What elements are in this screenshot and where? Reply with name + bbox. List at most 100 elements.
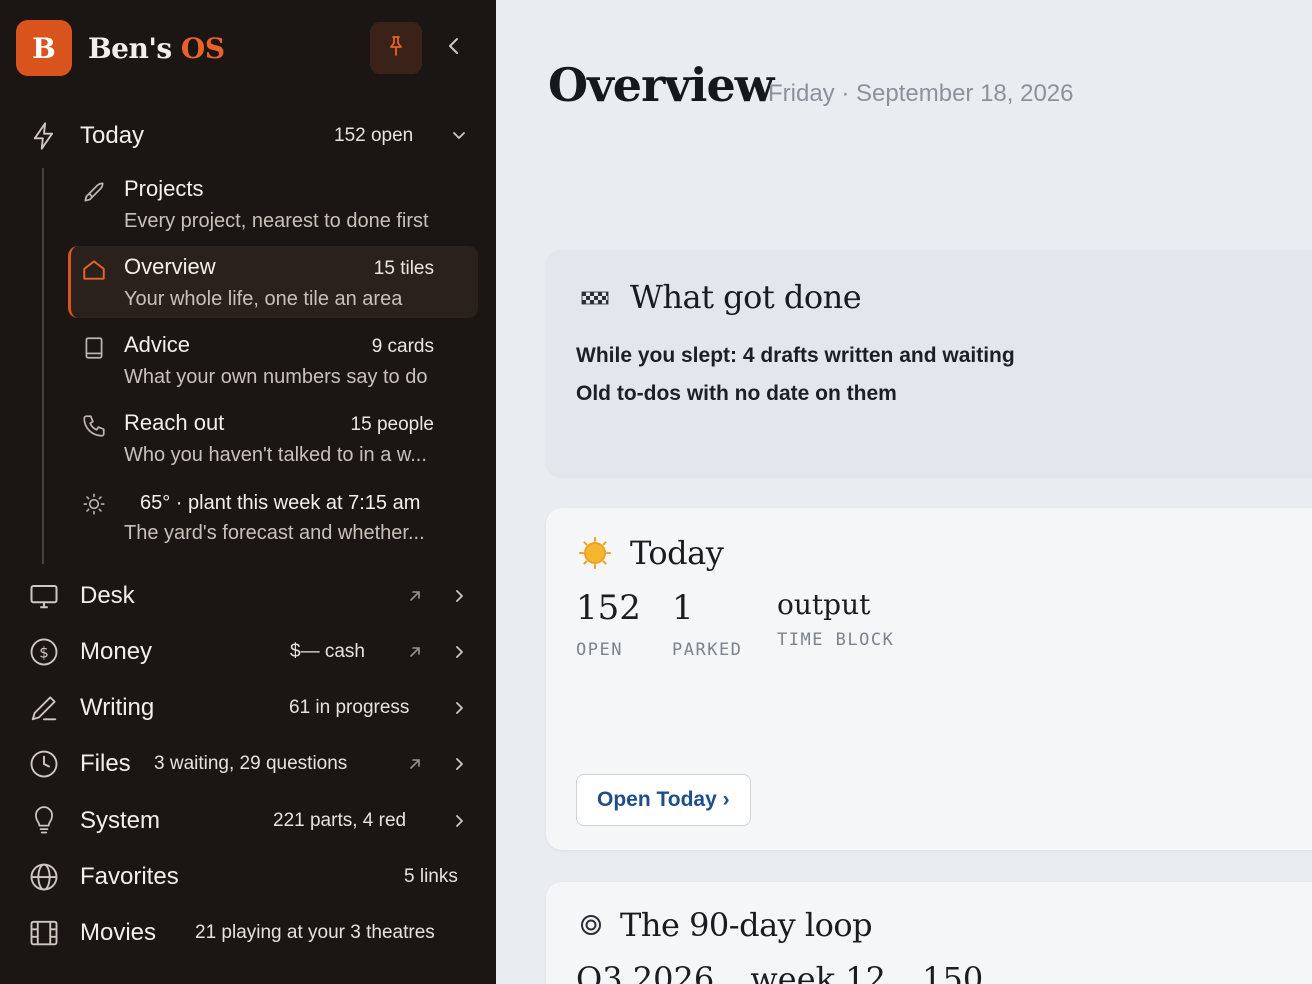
ninety-day-loop-card[interactable]: The 90-day loop Q3 2026 week 12 150 [546,882,1312,984]
loop-count: 150 [922,960,984,984]
card-title: Today [630,534,724,572]
sidebar: B Ben's OS Today 152 open Projects Every… [0,0,496,984]
nav-movies[interactable]: Movies 21 playing at your 3 theatres [0,908,496,958]
stat-open-label: OPEN [576,640,623,660]
sub-item-desc: Who you haven't talked to in a w... [124,444,427,466]
open-today-button[interactable]: Open Today › [576,774,751,826]
nav-favorites-meta: 5 links [404,866,458,887]
clock-icon [28,748,60,780]
page-date: Friday · September 18, 2026 [768,80,1074,107]
nav-files[interactable]: Files 3 waiting, 29 questions [0,739,496,789]
pin-icon [384,34,408,63]
nav-system[interactable]: System 221 parts, 4 red [0,796,496,846]
sub-item-title: Overview [124,254,216,279]
nav-writing-label: Writing [80,694,155,721]
sub-item-reach-out[interactable]: Reach out 15 people Who you haven't talk… [68,402,478,474]
nav-movies-label: Movies [80,919,157,946]
sub-item-desc: What your own numbers say to do [124,366,428,388]
brand-name-prefix: Ben's [88,31,181,65]
nav-money-meta: $— cash [290,641,365,662]
checkered-flag-icon [578,280,612,314]
target-icon [578,908,604,942]
pen-icon [28,692,60,724]
phone-icon [80,412,108,440]
stat-open-value: 152 [576,588,641,628]
sub-item-count: 15 people [350,414,434,435]
chevron-left-icon [446,36,462,61]
what-got-done-card[interactable]: What got done While you slept: 4 drafts … [546,250,1312,476]
sub-item-title: 65° · plant this week at 7:15 am [140,492,421,514]
stat-parked-label: PARKED [672,640,743,660]
external-link-icon[interactable] [404,585,426,607]
sub-item-desc: Your whole life, one tile an area [124,288,403,310]
nav-money[interactable]: $ Money $— cash [0,627,496,677]
sub-item-projects[interactable]: Projects Every project, nearest to done … [68,168,478,240]
nav-favorites[interactable]: Favorites 5 links [0,852,496,902]
sub-item-title: Reach out [124,410,225,435]
loop-values: Q3 2026 week 12 150 [576,960,1009,984]
nav-today-count: 152 open [334,125,414,146]
brand[interactable]: B Ben's OS [16,20,225,76]
chevron-right-icon[interactable] [450,641,468,663]
chevron-right-icon[interactable] [450,585,468,607]
today-card[interactable]: Today 152 OPEN 1 PARKED output TIME BLOC… [546,508,1312,850]
nav-system-meta: 221 parts, 4 red [273,810,407,831]
done-line[interactable]: Old to-dos with no date on them [576,382,897,406]
sub-item-desc: The yard's forecast and whether... [124,522,425,544]
tree-line [42,168,44,564]
chevron-down-icon[interactable] [450,125,468,147]
sub-item-count: 15 tiles [373,258,434,279]
sub-item-desc: Every project, nearest to done first [124,210,429,232]
brand-name-accent: OS [180,31,225,65]
nav-writing[interactable]: Writing 61 in progress [0,683,496,733]
svg-text:$: $ [39,644,49,662]
nav-today-label: Today [80,122,145,149]
loop-quarter: Q3 2026 [576,960,715,984]
sub-item-count: 9 cards [371,336,434,357]
sub-item-overview[interactable]: Overview 15 tiles Your whole life, one t… [68,246,478,318]
sub-item-title: Advice [124,332,191,357]
sub-item-weather[interactable]: 65° · plant this week at 7:15 am The yar… [68,480,478,552]
nav-desk[interactable]: Desk [0,571,496,621]
nav-writing-meta: 61 in progress [289,697,410,718]
nav-favorites-label: Favorites [80,863,179,890]
brand-name: Ben's OS [88,32,225,65]
film-icon [28,917,60,949]
home-icon [80,256,108,284]
monitor-icon [28,580,60,612]
sub-item-advice[interactable]: Advice 9 cards What your own numbers say… [68,324,478,396]
card-header: Today [578,534,724,572]
brand-logo: B [16,20,72,76]
nav-files-meta: 3 waiting, 29 questions [154,753,348,774]
chevron-right-icon[interactable] [450,697,468,719]
loop-week: week 12 [750,960,886,984]
card-title: What got done [630,278,862,316]
lightning-icon [28,120,60,152]
dollar-circle-icon: $ [28,636,60,668]
nav-today[interactable]: Today 152 open [0,111,496,161]
rocket-icon [80,178,108,206]
globe-icon [28,861,60,893]
nav-movies-meta: 21 playing at your 3 theatres [195,922,435,943]
chevron-right-icon[interactable] [450,810,468,832]
sub-item-title: Projects [124,176,204,201]
nav-money-label: Money [80,638,153,665]
page-title: Overview [548,58,774,112]
done-line[interactable]: While you slept: 4 drafts written and wa… [576,344,1015,368]
stat-time-block-value: output [777,588,871,621]
sun-icon [80,490,108,518]
stat-time-block-label: TIME BLOCK [777,630,895,650]
sun-icon [578,536,612,570]
external-link-icon[interactable] [404,641,426,663]
main-content: Overview Friday · September 18, 2026 Wha… [496,0,1312,984]
chevron-right-icon[interactable] [450,753,468,775]
book-icon [80,334,108,362]
nav-system-label: System [80,807,161,834]
nav-desk-label: Desk [80,582,135,609]
external-link-icon[interactable] [404,753,426,775]
pin-button[interactable] [370,22,422,74]
collapse-sidebar-button[interactable] [440,34,468,62]
nav-files-label: Files [80,750,131,777]
lightbulb-icon [28,805,60,837]
card-header: What got done [578,278,862,316]
